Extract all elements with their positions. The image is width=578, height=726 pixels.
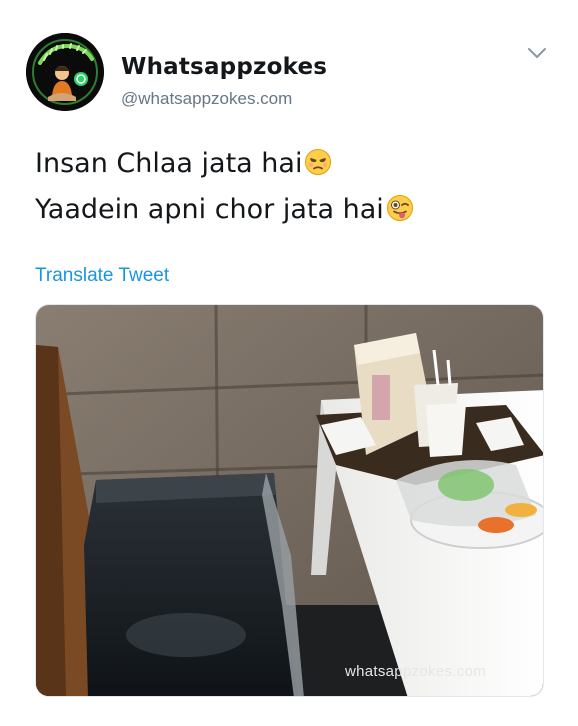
tweet-line: Insan Chlaa jata hai: [35, 141, 555, 187]
photo-watermark: whatsappzokes.com: [344, 663, 486, 680]
user-handle[interactable]: @whatsappzokes.com: [121, 89, 292, 109]
tweet-line-text: Insan Chlaa jata hai: [35, 148, 303, 179]
chevron-down-icon[interactable]: [526, 44, 548, 62]
tweet-photo[interactable]: whatsappzokes.com: [35, 304, 544, 697]
whatsappzokes-logo-icon: [26, 33, 104, 111]
tweet-line-text: Yaadein apni chor jata hai: [35, 194, 384, 225]
avatar[interactable]: [26, 33, 104, 111]
winking-face-with-tongue-icon: [386, 194, 414, 222]
tweet-line: Yaadein apni chor jata hai: [35, 187, 555, 233]
photo-icon: [36, 305, 543, 696]
tweet-text: Insan Chlaa jata hai Yaadein apni chor j…: [35, 141, 555, 233]
unamused-face-icon: [304, 148, 332, 176]
translate-tweet-link[interactable]: Translate Tweet: [35, 265, 169, 287]
display-name[interactable]: Whatsappzokes: [121, 54, 327, 80]
tweet-card: Whatsappzokes @whatsappzokes.com Insan C…: [0, 0, 578, 726]
